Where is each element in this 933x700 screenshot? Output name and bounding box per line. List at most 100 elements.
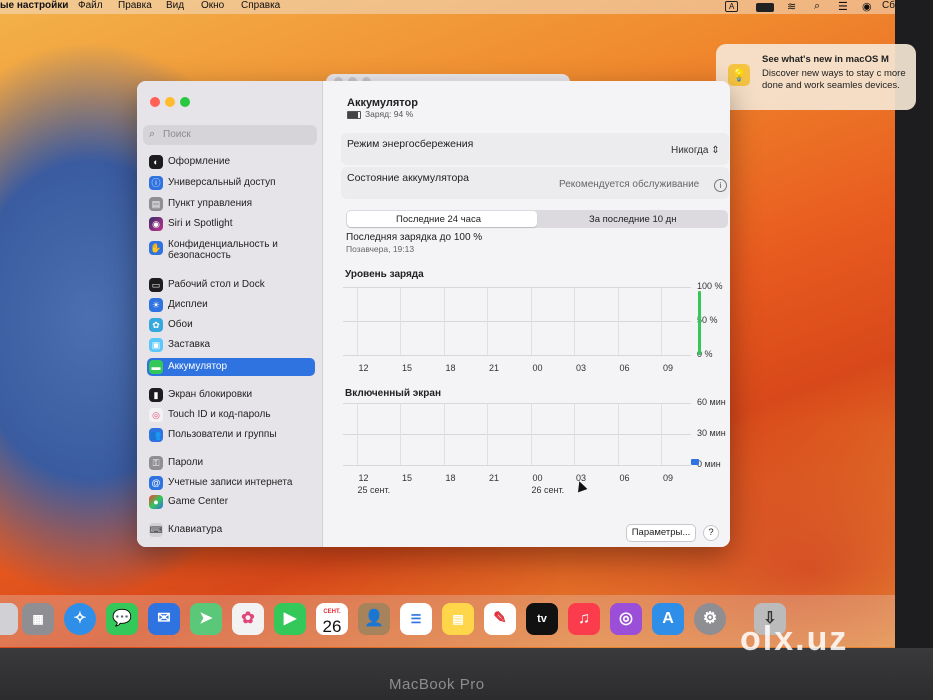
battery-level-chart-title: Уровень заряда <box>345 269 424 280</box>
info-icon[interactable]: i <box>714 179 727 192</box>
battery-status-icon[interactable] <box>756 3 774 12</box>
menu-help[interactable]: Справка <box>241 0 280 11</box>
notification-banner[interactable]: 💡 See what's new in macOS M Discover new… <box>716 44 916 110</box>
game-center-icon: ● <box>149 495 163 509</box>
charge-status: Заряд: 94 % <box>347 109 413 119</box>
minimize-button[interactable] <box>165 97 175 107</box>
vertical-gridline <box>443 287 445 355</box>
freeform-icon[interactable]: ✎ <box>484 603 516 635</box>
menu-clock[interactable]: Сб <box>882 0 895 11</box>
battery-health-row: Состояние аккумулятора Рекомендуется обс… <box>341 167 729 199</box>
appearance-icon: ◐ <box>149 155 163 169</box>
sidebar: ⌕ Поиск ◐ Оформление ⓘ Универсальный дос… <box>137 81 323 547</box>
x-tick-label: 00 <box>532 363 543 373</box>
tab-last-10-days[interactable]: За последние 10 дн <box>589 214 676 225</box>
low-power-value: Никогда <box>671 145 709 156</box>
control-center-icon[interactable]: ☰ <box>838 0 848 13</box>
messages-icon[interactable]: 💬 <box>106 603 138 635</box>
y-tick-label: 100 % <box>697 281 723 291</box>
sidebar-item-touch-id[interactable]: ◎ Touch ID и код-пароль <box>147 406 317 424</box>
vertical-gridline <box>617 403 619 465</box>
spotlight-search-icon[interactable]: ⌕ <box>814 0 820 13</box>
vertical-gridline <box>356 287 358 355</box>
music-icon[interactable]: ♫ <box>568 603 600 635</box>
finder-icon[interactable] <box>0 603 18 635</box>
options-button[interactable]: Параметры... <box>626 524 696 542</box>
menu-window[interactable]: Окно <box>201 0 224 11</box>
mail-icon[interactable]: ✉ <box>148 603 180 635</box>
vertical-gridline <box>530 287 532 355</box>
sidebar-item-label: Дисплеи <box>168 299 208 310</box>
reminders-icon[interactable]: ☰ <box>400 603 432 635</box>
wallpaper-icon: ✿ <box>149 318 163 332</box>
vertical-gridline <box>661 403 662 465</box>
facetime-icon[interactable]: ▶ <box>274 603 306 635</box>
internet-accounts-icon: @ <box>149 476 163 490</box>
notes-icon[interactable]: ▤ <box>442 603 474 635</box>
sidebar-item-battery[interactable]: ▬ Аккумулятор <box>147 358 315 376</box>
x-tick-label: 06 <box>619 473 630 483</box>
low-power-select[interactable]: Никогда ⇕ <box>671 145 720 156</box>
menu-app-name[interactable]: ые настройки <box>0 0 68 11</box>
sidebar-item-game-center[interactable]: ● Game Center <box>147 493 317 511</box>
help-button[interactable]: ? <box>703 525 719 541</box>
sidebar-item-siri[interactable]: ◉ Siri и Spotlight <box>147 215 317 233</box>
accessibility-icon: ⓘ <box>149 176 163 190</box>
screen-on-chart: 60 мин 30 мин 0 мин 12 15 18 21 00 03 06 09 25 сент… <box>343 397 726 499</box>
maps-icon[interactable]: ➤ <box>190 603 222 635</box>
low-power-row: Режим энергосбережения Никогда ⇕ <box>341 133 729 165</box>
vertical-gridline <box>487 403 488 465</box>
menu-view[interactable]: Вид <box>166 0 184 11</box>
sidebar-item-keyboard[interactable]: ⌨ Клавиатура <box>147 521 317 539</box>
launchpad-icon[interactable]: ▦ <box>22 603 54 635</box>
desktop-dock-icon: ▭ <box>149 278 163 292</box>
x-tick-label: 12 <box>358 363 369 373</box>
screen-on-chart-title: Включенный экран <box>345 388 442 399</box>
wifi-icon[interactable]: ≋ <box>787 0 796 13</box>
x-tick-label: 21 <box>489 363 500 373</box>
sidebar-item-screensaver[interactable]: ▣ Заставка <box>147 336 317 354</box>
chart-bar <box>691 458 699 465</box>
apple-tv-icon[interactable]: tv <box>526 603 558 635</box>
sidebar-item-control-center[interactable]: ▤ Пункт управления <box>147 195 317 213</box>
settings-window: ⌕ Поиск ◐ Оформление ⓘ Универсальный дос… <box>137 81 730 547</box>
system-settings-icon[interactable]: ⚙ <box>694 603 726 635</box>
calendar-icon[interactable]: СЕНТ. 26 <box>316 603 348 635</box>
zoom-button[interactable] <box>180 97 190 107</box>
tab-last-24-hours[interactable]: Последние 24 часа <box>396 214 481 225</box>
menu-file[interactable]: Файл <box>78 0 103 11</box>
range-segmented-control: Последние 24 часа За последние 10 дн <box>346 210 728 228</box>
siri-icon[interactable]: ◉ <box>862 0 872 13</box>
charge-label: Заряд: 94 % <box>365 109 414 119</box>
vertical-gridline <box>487 287 488 355</box>
gridline <box>343 465 691 466</box>
input-source-icon[interactable]: A <box>725 1 739 12</box>
sidebar-item-label: Пароли <box>168 457 204 468</box>
battery-level-chart: 100 % 50 % 0 % 12 15 18 21 00 03 06 09 <box>343 281 723 391</box>
sidebar-item-passwords[interactable]: ⚿ Пароли <box>147 454 317 472</box>
contacts-icon[interactable]: 👤 <box>358 603 390 635</box>
x-tick-label: 00 <box>532 473 543 483</box>
sidebar-item-label: Пункт управления <box>168 198 253 209</box>
podcasts-icon[interactable]: ◎ <box>610 603 642 635</box>
safari-icon[interactable]: ✧ <box>64 603 96 635</box>
sidebar-item-lock-screen[interactable]: ▮ Экран блокировки <box>147 386 317 404</box>
privacy-hand-icon: ✋ <box>149 241 163 255</box>
updown-chevron-icon: ⇕ <box>711 145 720 156</box>
photos-icon[interactable]: ✿ <box>232 603 264 635</box>
sidebar-item-appearance[interactable]: ◐ Оформление <box>147 153 317 171</box>
sidebar-item-wallpaper[interactable]: ✿ Обои <box>147 316 317 334</box>
sidebar-item-internet-accounts[interactable]: @ Учетные записи интернета <box>147 474 317 492</box>
sidebar-item-privacy[interactable]: ✋ Конфиденциальность и безопасность <box>147 236 317 264</box>
app-store-icon[interactable]: A <box>652 603 684 635</box>
vertical-gridline <box>574 287 575 355</box>
menu-edit[interactable]: Правка <box>118 0 152 11</box>
sidebar-item-displays[interactable]: ☀ Дисплеи <box>147 296 317 314</box>
close-button[interactable] <box>150 97 160 107</box>
sidebar-item-desktop-dock[interactable]: ▭ Рабочий стол и Dock <box>147 276 317 294</box>
sidebar-item-label: Оформление <box>168 156 231 167</box>
sidebar-item-users[interactable]: 👥 Пользователи и группы <box>147 426 317 444</box>
vertical-gridline <box>661 287 662 355</box>
sidebar-item-accessibility[interactable]: ⓘ Универсальный доступ <box>147 174 317 192</box>
search-field[interactable]: ⌕ Поиск <box>143 125 317 145</box>
